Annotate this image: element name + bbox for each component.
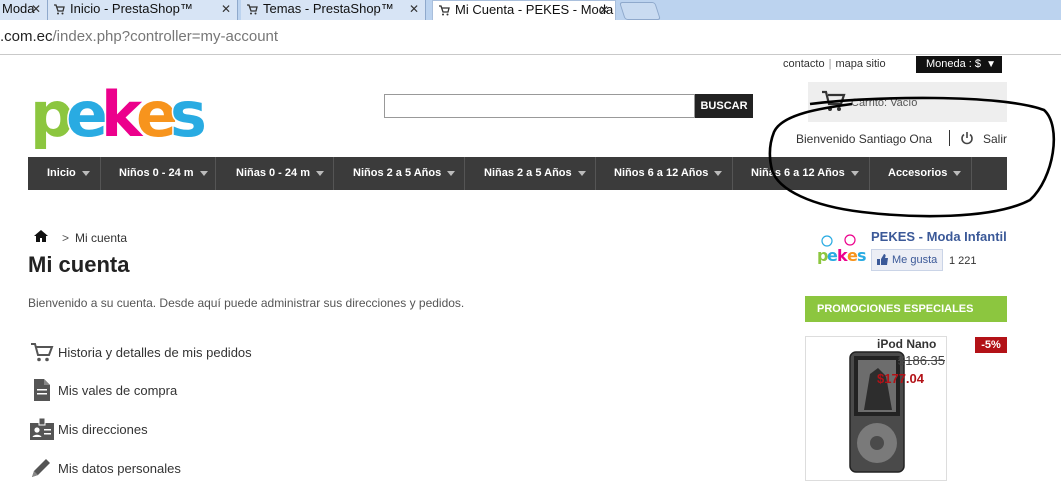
browser-tab[interactable]: Moda ✕ [0,0,48,20]
search-button[interactable]: BUSCAR [695,94,753,118]
promo-product-name[interactable]: iPod Nano [877,337,936,351]
currency-selector[interactable]: Moneda : $ ▼ [916,56,1002,73]
new-tab-button[interactable] [619,2,661,20]
breadcrumb-current: Mi cuenta [75,231,128,245]
thumbs-up-icon [877,254,888,265]
like-label: Me gusta [892,254,938,266]
shopping-cart-icon [439,5,450,16]
discount-badge: -5% [975,337,1007,353]
menu-item-ninos-6-12[interactable]: Niños 6 a 12 Años [596,157,733,190]
document-icon [34,379,50,401]
caret-down-icon [447,170,456,176]
menu-item-ninos-0-24[interactable]: Niños 0 - 24 m [101,157,216,190]
close-icon[interactable]: ✕ [31,0,41,18]
shopping-cart-icon [247,4,258,15]
pekes-logo[interactable]: p e k e s [28,84,205,154]
browser-tab-bar: Moda ✕ Inicio - PrestaShop™ ✕ Temas - Pr… [0,0,1061,20]
promo-heading[interactable]: PROMOCIONES ESPECIALES [805,296,1007,322]
caret-down-icon: ▼ [986,59,996,70]
facebook-page-name[interactable]: PEKES - Moda Infantil [871,229,1007,244]
close-icon[interactable]: ✕ [221,0,231,18]
menu-item-inicio[interactable]: Inicio [28,157,101,190]
tab-title: Moda [2,1,35,16]
addresses-link[interactable]: Mis direcciones [30,418,160,440]
currency-label: Moneda : $ [926,58,982,70]
pekes-page-thumbnail[interactable]: pe k e s [815,234,867,264]
top-links: contacto | mapa sitio [783,58,886,70]
caret-down-icon [315,170,324,176]
svg-text:s: s [857,246,867,264]
tab-title: Inicio - PrestaShop™ [70,1,193,16]
browser-tab-active[interactable]: Mi Cuenta - PEKES - Moda ✕ [432,0,616,20]
cart-icon [31,343,54,362]
menu-item-ninas-0-24[interactable]: Niñas 0 - 24 m [216,157,334,190]
divider: | [828,58,832,70]
browser-tab[interactable]: Temas - PrestaShop™ ✕ [241,0,426,20]
search-input[interactable] [384,94,695,118]
intro-text: Bienvenido a su cuenta. Desde aquí puede… [28,296,465,310]
vouchers-link[interactable]: Mis vales de compra [30,379,190,401]
caret-down-icon [81,170,90,176]
annotation-circle [768,96,1056,218]
url-text[interactable]: .com.ec/index.php?controller=my-account [0,28,278,45]
address-bar[interactable]: .com.ec/index.php?controller=my-account [0,20,1061,55]
personal-info-link[interactable]: Mis datos personales [30,457,190,479]
like-count: 1 221 [949,255,977,267]
address-card-icon [30,418,54,440]
facebook-like-button[interactable]: Me gusta [871,249,943,271]
new-price: $177.04 [877,371,924,386]
tab-title: Temas - PrestaShop™ [263,1,394,16]
ipod-nano-image[interactable] [848,350,906,474]
browser-tab[interactable]: Inicio - PrestaShop™ ✕ [48,0,238,20]
caret-down-icon [199,170,208,176]
sitemap-link[interactable]: mapa sitio [835,58,885,70]
home-icon[interactable] [34,230,48,242]
page-title: Mi cuenta [28,252,130,277]
shopping-cart-icon [54,4,65,15]
contact-link[interactable]: contacto [783,58,825,70]
close-icon[interactable]: ✕ [599,1,609,19]
old-price: $186.35 [898,353,945,368]
menu-item-ninos-2-5[interactable]: Niños 2 a 5 Años [334,157,465,190]
breadcrumb-separator: > [62,231,70,245]
svg-text:s: s [170,84,204,151]
pencil-icon [32,459,50,477]
order-history-link[interactable]: Historia y detalles de mis pedidos [30,341,260,363]
caret-down-icon [714,170,723,176]
menu-item-ninas-2-5[interactable]: Niñas 2 a 5 Años [465,157,596,190]
tab-title: Mi Cuenta - PEKES - Moda [455,2,614,17]
close-icon[interactable]: ✕ [409,0,419,18]
caret-down-icon [577,170,586,176]
